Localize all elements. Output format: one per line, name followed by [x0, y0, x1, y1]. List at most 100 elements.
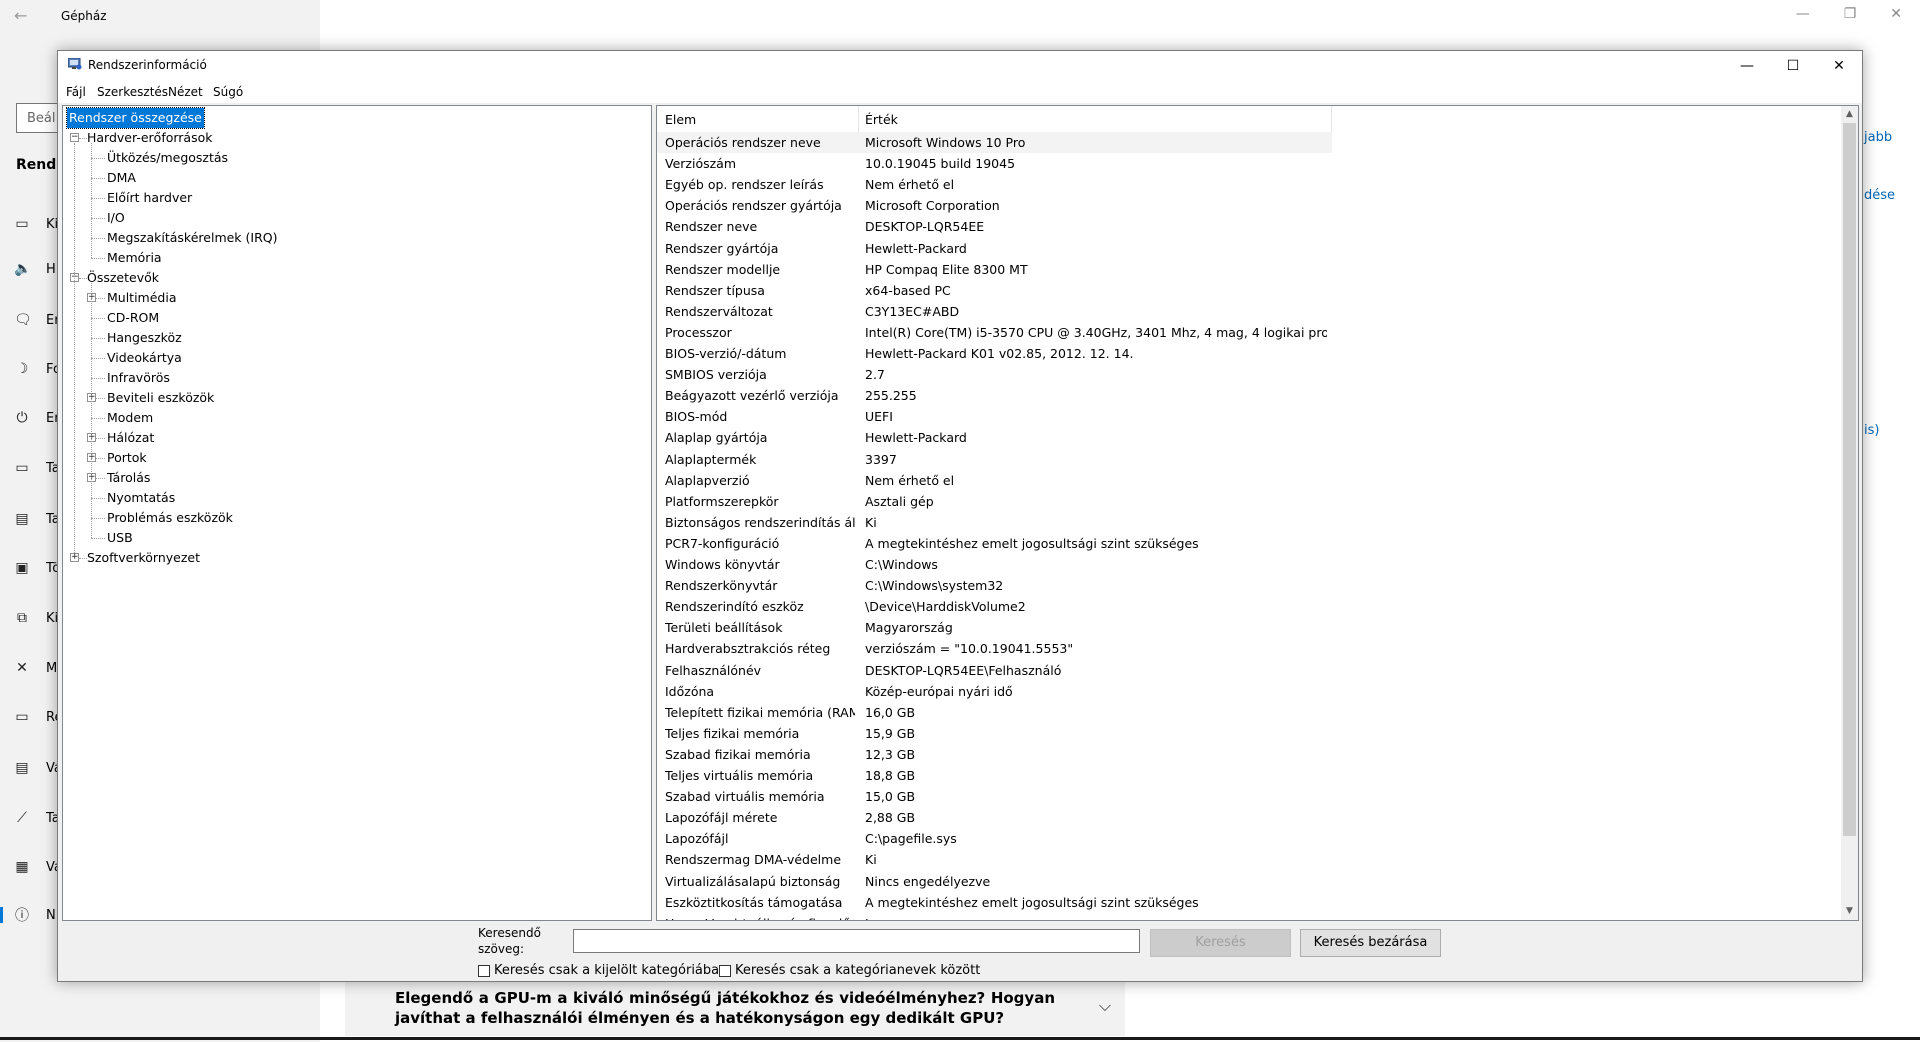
table-row[interactable]: BIOS-verzió/-dátum Hewlett-Packard K01 v0…	[657, 343, 1332, 364]
tree-item-hardware-child[interactable]: Ütközés/megosztás	[107, 148, 228, 168]
settings-link-1[interactable]: jabb	[1864, 130, 1892, 145]
table-row[interactable]: Rendszerváltozat C3Y13EC#ABD	[657, 301, 1332, 322]
table-row[interactable]: Teljes fizikai memória 15,9 GB	[657, 723, 1332, 744]
settings-nav-item[interactable]: ▣ Tö	[0, 549, 60, 587]
category-tree[interactable]: Rendszer összegzése Hardver-erőforrások − Ü…	[62, 105, 652, 921]
settings-nav-item[interactable]: 🗨 Ér	[0, 301, 60, 339]
tree-item-component[interactable]: Portok	[107, 448, 147, 468]
vertical-scrollbar[interactable]: ▲ ▼	[1841, 106, 1858, 920]
find-button[interactable]: Keresés	[1150, 929, 1291, 957]
details-list[interactable]: Elem Érték Operációs rendszer neve Micros…	[656, 105, 1859, 921]
tree-item-hardware-child[interactable]: I/O	[107, 208, 125, 228]
settings-nav-item[interactable]: ✕ M	[0, 649, 60, 687]
search-input[interactable]	[573, 929, 1140, 953]
table-row[interactable]: Rendszer gyártója Hewlett-Packard	[657, 238, 1332, 259]
tree-item-software-environment[interactable]: Szoftverkörnyezet	[87, 548, 200, 568]
title-bar[interactable]: Rendszerinformáció — ☐ ✕	[58, 51, 1862, 81]
settings-nav-item[interactable]: ▭ Ta	[0, 449, 60, 487]
tree-item-system-summary[interactable]: Rendszer összegzése	[66, 107, 205, 129]
maximize-button[interactable]: ☐	[1770, 51, 1816, 81]
expand-icon[interactable]: +	[70, 553, 79, 562]
close-icon[interactable]: ✕	[1890, 6, 1902, 22]
table-row[interactable]: Rendszerkönyvtár C:\Windows\system32	[657, 575, 1332, 596]
table-row[interactable]: Alaplap gyártója Hewlett-Packard	[657, 427, 1332, 448]
settings-nav-item[interactable]: ▭Re	[0, 698, 60, 736]
tree-item-component[interactable]: CD-ROM	[107, 308, 159, 328]
collapse-icon[interactable]: −	[70, 133, 79, 142]
table-row[interactable]: Rendszer típusa x64-based PC	[657, 280, 1332, 301]
tree-item-hardware-child[interactable]: Memória	[107, 248, 162, 268]
faq-expander[interactable]: Elegendő a GPU-m a kiváló minőségű játék…	[345, 982, 1125, 1036]
column-divider[interactable]	[1331, 106, 1332, 132]
close-button[interactable]: ✕	[1816, 51, 1862, 81]
settings-link-2[interactable]: dése	[1864, 188, 1895, 203]
table-row[interactable]: Biztonságos rendszerindítás áll... Ki	[657, 512, 1332, 533]
back-arrow-icon[interactable]: ←	[14, 6, 27, 25]
table-row[interactable]: Rendszer neve DESKTOP-LQR54EE	[657, 216, 1332, 237]
column-header-value[interactable]: Érték	[865, 112, 898, 127]
settings-nav-item[interactable]: ▤Vá	[0, 749, 60, 787]
tree-item-hardware-child[interactable]: Előírt hardver	[107, 188, 192, 208]
settings-nav-item[interactable]: ⓘ N	[0, 896, 60, 934]
checkbox-icon[interactable]	[478, 964, 490, 977]
menu-edit[interactable]: Szerkesztés	[97, 85, 168, 99]
table-row[interactable]: Telepített fizikai memória (RAM) 16,0 GB	[657, 702, 1332, 723]
tree-item-component[interactable]: USB	[107, 528, 133, 548]
scroll-up-icon[interactable]: ▲	[1841, 106, 1858, 123]
table-row[interactable]: Szabad fizikai memória 12,3 GB	[657, 744, 1332, 765]
restore-icon[interactable]: ❐	[1844, 6, 1857, 22]
settings-link-3[interactable]: is)	[1864, 423, 1879, 438]
table-row[interactable]: Beágyazott vezérlő verziója 255.255	[657, 385, 1332, 406]
table-row[interactable]: Területi beállítások Magyarország	[657, 617, 1332, 638]
table-row[interactable]: PCR7-konfiguráció A megtekintéshez emelt …	[657, 533, 1332, 554]
settings-nav-item[interactable]: ⏻ Er	[0, 399, 60, 437]
tree-item-component[interactable]: Problémás eszközök	[107, 508, 233, 528]
table-row[interactable]: Rendszerindító eszköz \Device\HarddiskVol…	[657, 596, 1332, 617]
menu-file[interactable]: Fájl	[66, 85, 86, 99]
tree-item-component[interactable]: Nyomtatás	[107, 488, 175, 508]
table-row[interactable]: Eszköztitkosítás támogatása A megtekintés…	[657, 892, 1332, 913]
table-row[interactable]: Hardverabsztrakciós réteg verziószám = "1…	[657, 638, 1332, 659]
table-row[interactable]: Rendszermag DMA-védelme Ki	[657, 849, 1332, 870]
table-row[interactable]: Lapozófájl C:\pagefile.sys	[657, 828, 1332, 849]
menu-help[interactable]: Súgó	[213, 85, 243, 99]
tree-item-component[interactable]: Hangeszköz	[107, 328, 182, 348]
table-row[interactable]: Időzóna Közép-európai nyári idő	[657, 681, 1332, 702]
menu-view[interactable]: Nézet	[168, 85, 203, 99]
table-row[interactable]: SMBIOS verziója 2.7	[657, 364, 1332, 385]
tree-item-component[interactable]: Modem	[107, 408, 153, 428]
table-row[interactable]: Processzor Intel(R) Core(TM) i5-3570 CPU …	[657, 322, 1332, 343]
tree-item-hardware-child[interactable]: Megszakításkérelmek (IRQ)	[107, 228, 277, 248]
settings-nav-item[interactable]: ⟋ Ta	[0, 799, 60, 837]
tree-item-hardware-resources[interactable]: Hardver-erőforrások	[87, 128, 213, 148]
tree-item-component[interactable]: Hálózat	[107, 428, 154, 448]
table-row[interactable]: Alaplaptermék 3397	[657, 449, 1332, 470]
settings-nav-item[interactable]: ☽ Fo	[0, 350, 60, 388]
settings-search-input[interactable]: Beál	[16, 103, 60, 133]
close-search-button[interactable]: Keresés bezárása	[1300, 929, 1441, 957]
minimize-icon[interactable]: —	[1796, 6, 1810, 22]
table-row[interactable]: Verziószám 10.0.19045 build 19045	[657, 153, 1332, 174]
table-row[interactable]: Rendszer modellje HP Compaq Elite 8300 MT	[657, 259, 1332, 280]
table-row[interactable]: Szabad virtuális memória 15,0 GB	[657, 786, 1332, 807]
search-category-names-checkbox[interactable]: Keresés csak a kategórianevek között	[719, 963, 980, 978]
search-selected-category-checkbox[interactable]: Keresés csak a kijelölt kategóriában	[478, 963, 727, 978]
tree-item-components[interactable]: Összetevők	[87, 268, 159, 288]
table-row[interactable]: Lapozófájl mérete 2,88 GB	[657, 807, 1332, 828]
tree-item-component[interactable]: Beviteli eszközök	[107, 388, 214, 408]
table-row[interactable]: BIOS-mód UEFI	[657, 406, 1332, 427]
table-row[interactable]: Windows könyvtár C:\Windows	[657, 554, 1332, 575]
settings-nav-item[interactable]: 🔈 H	[0, 250, 60, 288]
tree-item-component[interactable]: Videokártya	[107, 348, 182, 368]
scroll-down-icon[interactable]: ▼	[1841, 903, 1858, 920]
settings-nav-item[interactable]: ⧉ Ki	[0, 599, 60, 637]
table-row[interactable]: Operációs rendszer neve Microsoft Windows…	[657, 132, 1332, 153]
table-row[interactable]: Alaplapverzió Nem érhető el	[657, 470, 1332, 491]
table-row[interactable]: Virtualizálásalapú biztonság Nincs engedé…	[657, 871, 1332, 892]
column-header-item[interactable]: Elem	[665, 112, 696, 127]
tree-item-component[interactable]: Multimédia	[107, 288, 177, 308]
table-row[interactable]: Hyper-V - virtuális gép figyelő... Igen	[657, 913, 1332, 920]
table-row[interactable]: Felhasználónév DESKTOP-LQR54EE\Felhasznál…	[657, 660, 1332, 681]
tree-item-component[interactable]: Tárolás	[107, 468, 150, 488]
table-row[interactable]: Teljes virtuális memória 18,8 GB	[657, 765, 1332, 786]
